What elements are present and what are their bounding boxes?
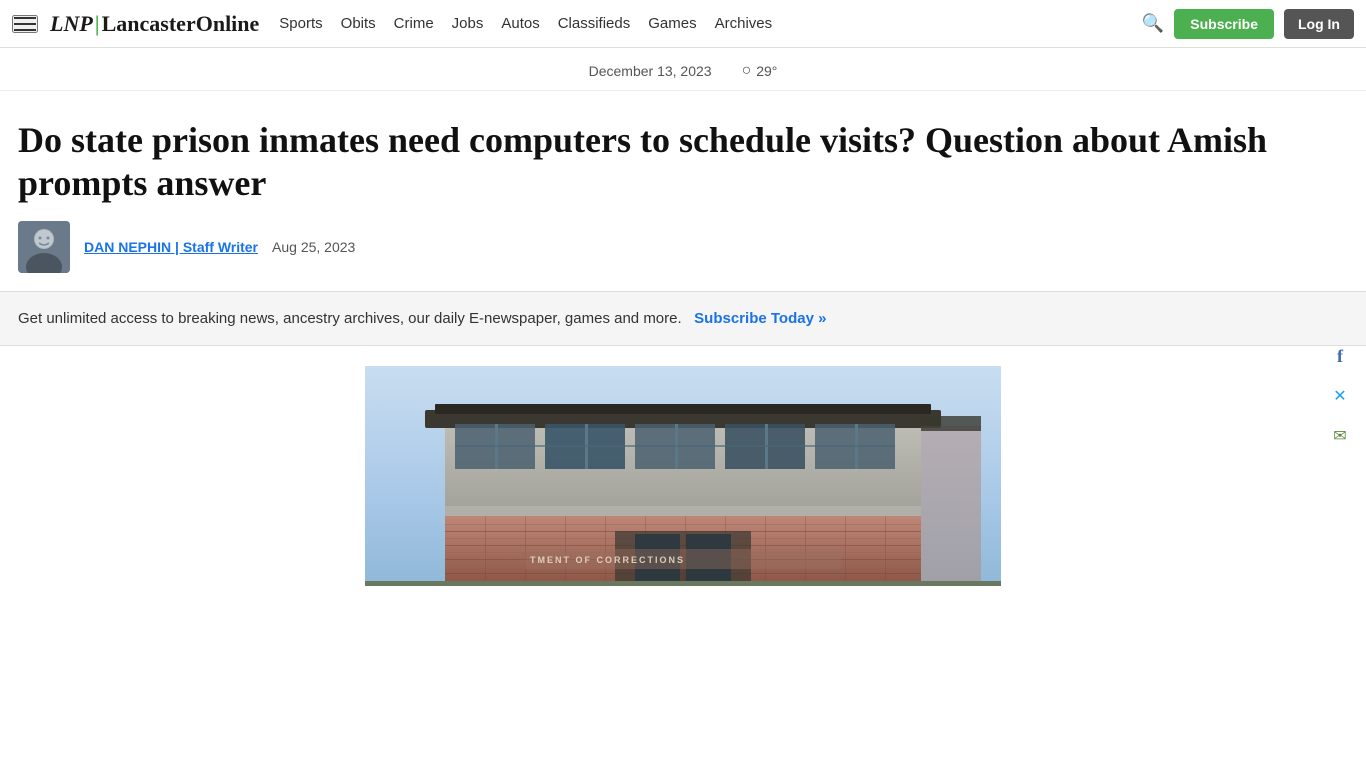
author-row: DAN NEPHIN | Staff Writer Aug 25, 2023 bbox=[18, 221, 1348, 273]
info-bar: December 13, 2023 ○ 29° bbox=[0, 48, 1366, 91]
author-name[interactable]: DAN NEPHIN | Staff Writer bbox=[84, 239, 258, 255]
temperature-display: 29° bbox=[756, 63, 777, 79]
search-icon: 🔍 bbox=[1142, 13, 1164, 34]
subscription-banner: Get unlimited access to breaking news, a… bbox=[0, 291, 1366, 346]
facebook-icon: f bbox=[1337, 346, 1343, 367]
article-image: TMENT OF CORRECTIONS bbox=[365, 366, 1001, 586]
nav-link-autos[interactable]: Autos bbox=[501, 15, 539, 32]
article-container: Do state prison inmates need computers t… bbox=[0, 119, 1366, 273]
hamburger-menu-button[interactable] bbox=[12, 15, 38, 33]
twitter-share-button[interactable]: ✕ bbox=[1324, 380, 1356, 412]
search-button[interactable]: 🔍 bbox=[1142, 13, 1164, 34]
author-avatar-image bbox=[18, 221, 70, 273]
author-avatar bbox=[18, 221, 70, 273]
facebook-share-button[interactable]: f bbox=[1324, 340, 1356, 372]
nav-link-archives[interactable]: Archives bbox=[715, 15, 773, 32]
login-button[interactable]: Log In bbox=[1284, 9, 1354, 39]
nav-right-actions: 🔍 Subscribe Log In bbox=[1142, 9, 1354, 39]
svg-text:TMENT OF CORRECTIONS: TMENT OF CORRECTIONS bbox=[530, 555, 685, 565]
nav-links-list: Sports Obits Crime Jobs Autos Classified… bbox=[279, 15, 1142, 33]
nav-link-sports[interactable]: Sports bbox=[279, 15, 322, 32]
nav-link-games[interactable]: Games bbox=[648, 15, 696, 32]
weather-widget: ○ 29° bbox=[742, 62, 778, 80]
nav-link-crime[interactable]: Crime bbox=[394, 15, 434, 32]
top-navigation: LNP|LancasterOnline Sports Obits Crime J… bbox=[0, 0, 1366, 48]
subscription-banner-text: Get unlimited access to breaking news, a… bbox=[18, 310, 682, 327]
building-image-svg: TMENT OF CORRECTIONS bbox=[365, 366, 1001, 586]
nav-link-jobs[interactable]: Jobs bbox=[452, 15, 484, 32]
author-info: DAN NEPHIN | Staff Writer Aug 25, 2023 bbox=[84, 239, 355, 255]
email-icon: ✉ bbox=[1333, 426, 1346, 446]
twitter-icon: ✕ bbox=[1333, 386, 1346, 406]
article-image-container: TMENT OF CORRECTIONS bbox=[0, 366, 1366, 586]
date-display: December 13, 2023 bbox=[589, 63, 712, 79]
social-sidebar: f ✕ ✉ bbox=[1324, 340, 1356, 452]
article-date: Aug 25, 2023 bbox=[272, 239, 355, 255]
logo-lnp: LNP bbox=[50, 11, 93, 36]
subscribe-button[interactable]: Subscribe bbox=[1174, 9, 1274, 39]
nav-link-obits[interactable]: Obits bbox=[341, 15, 376, 32]
logo-lancaster: LancasterOnline bbox=[102, 11, 260, 36]
email-share-button[interactable]: ✉ bbox=[1324, 420, 1356, 452]
subscribe-today-link[interactable]: Subscribe Today » bbox=[694, 310, 826, 327]
article-title: Do state prison inmates need computers t… bbox=[18, 119, 1318, 205]
weather-icon: ○ bbox=[742, 62, 752, 80]
site-logo[interactable]: LNP|LancasterOnline bbox=[50, 11, 259, 37]
logo-pipe: | bbox=[95, 11, 100, 36]
nav-link-classifieds[interactable]: Classifieds bbox=[558, 15, 631, 32]
